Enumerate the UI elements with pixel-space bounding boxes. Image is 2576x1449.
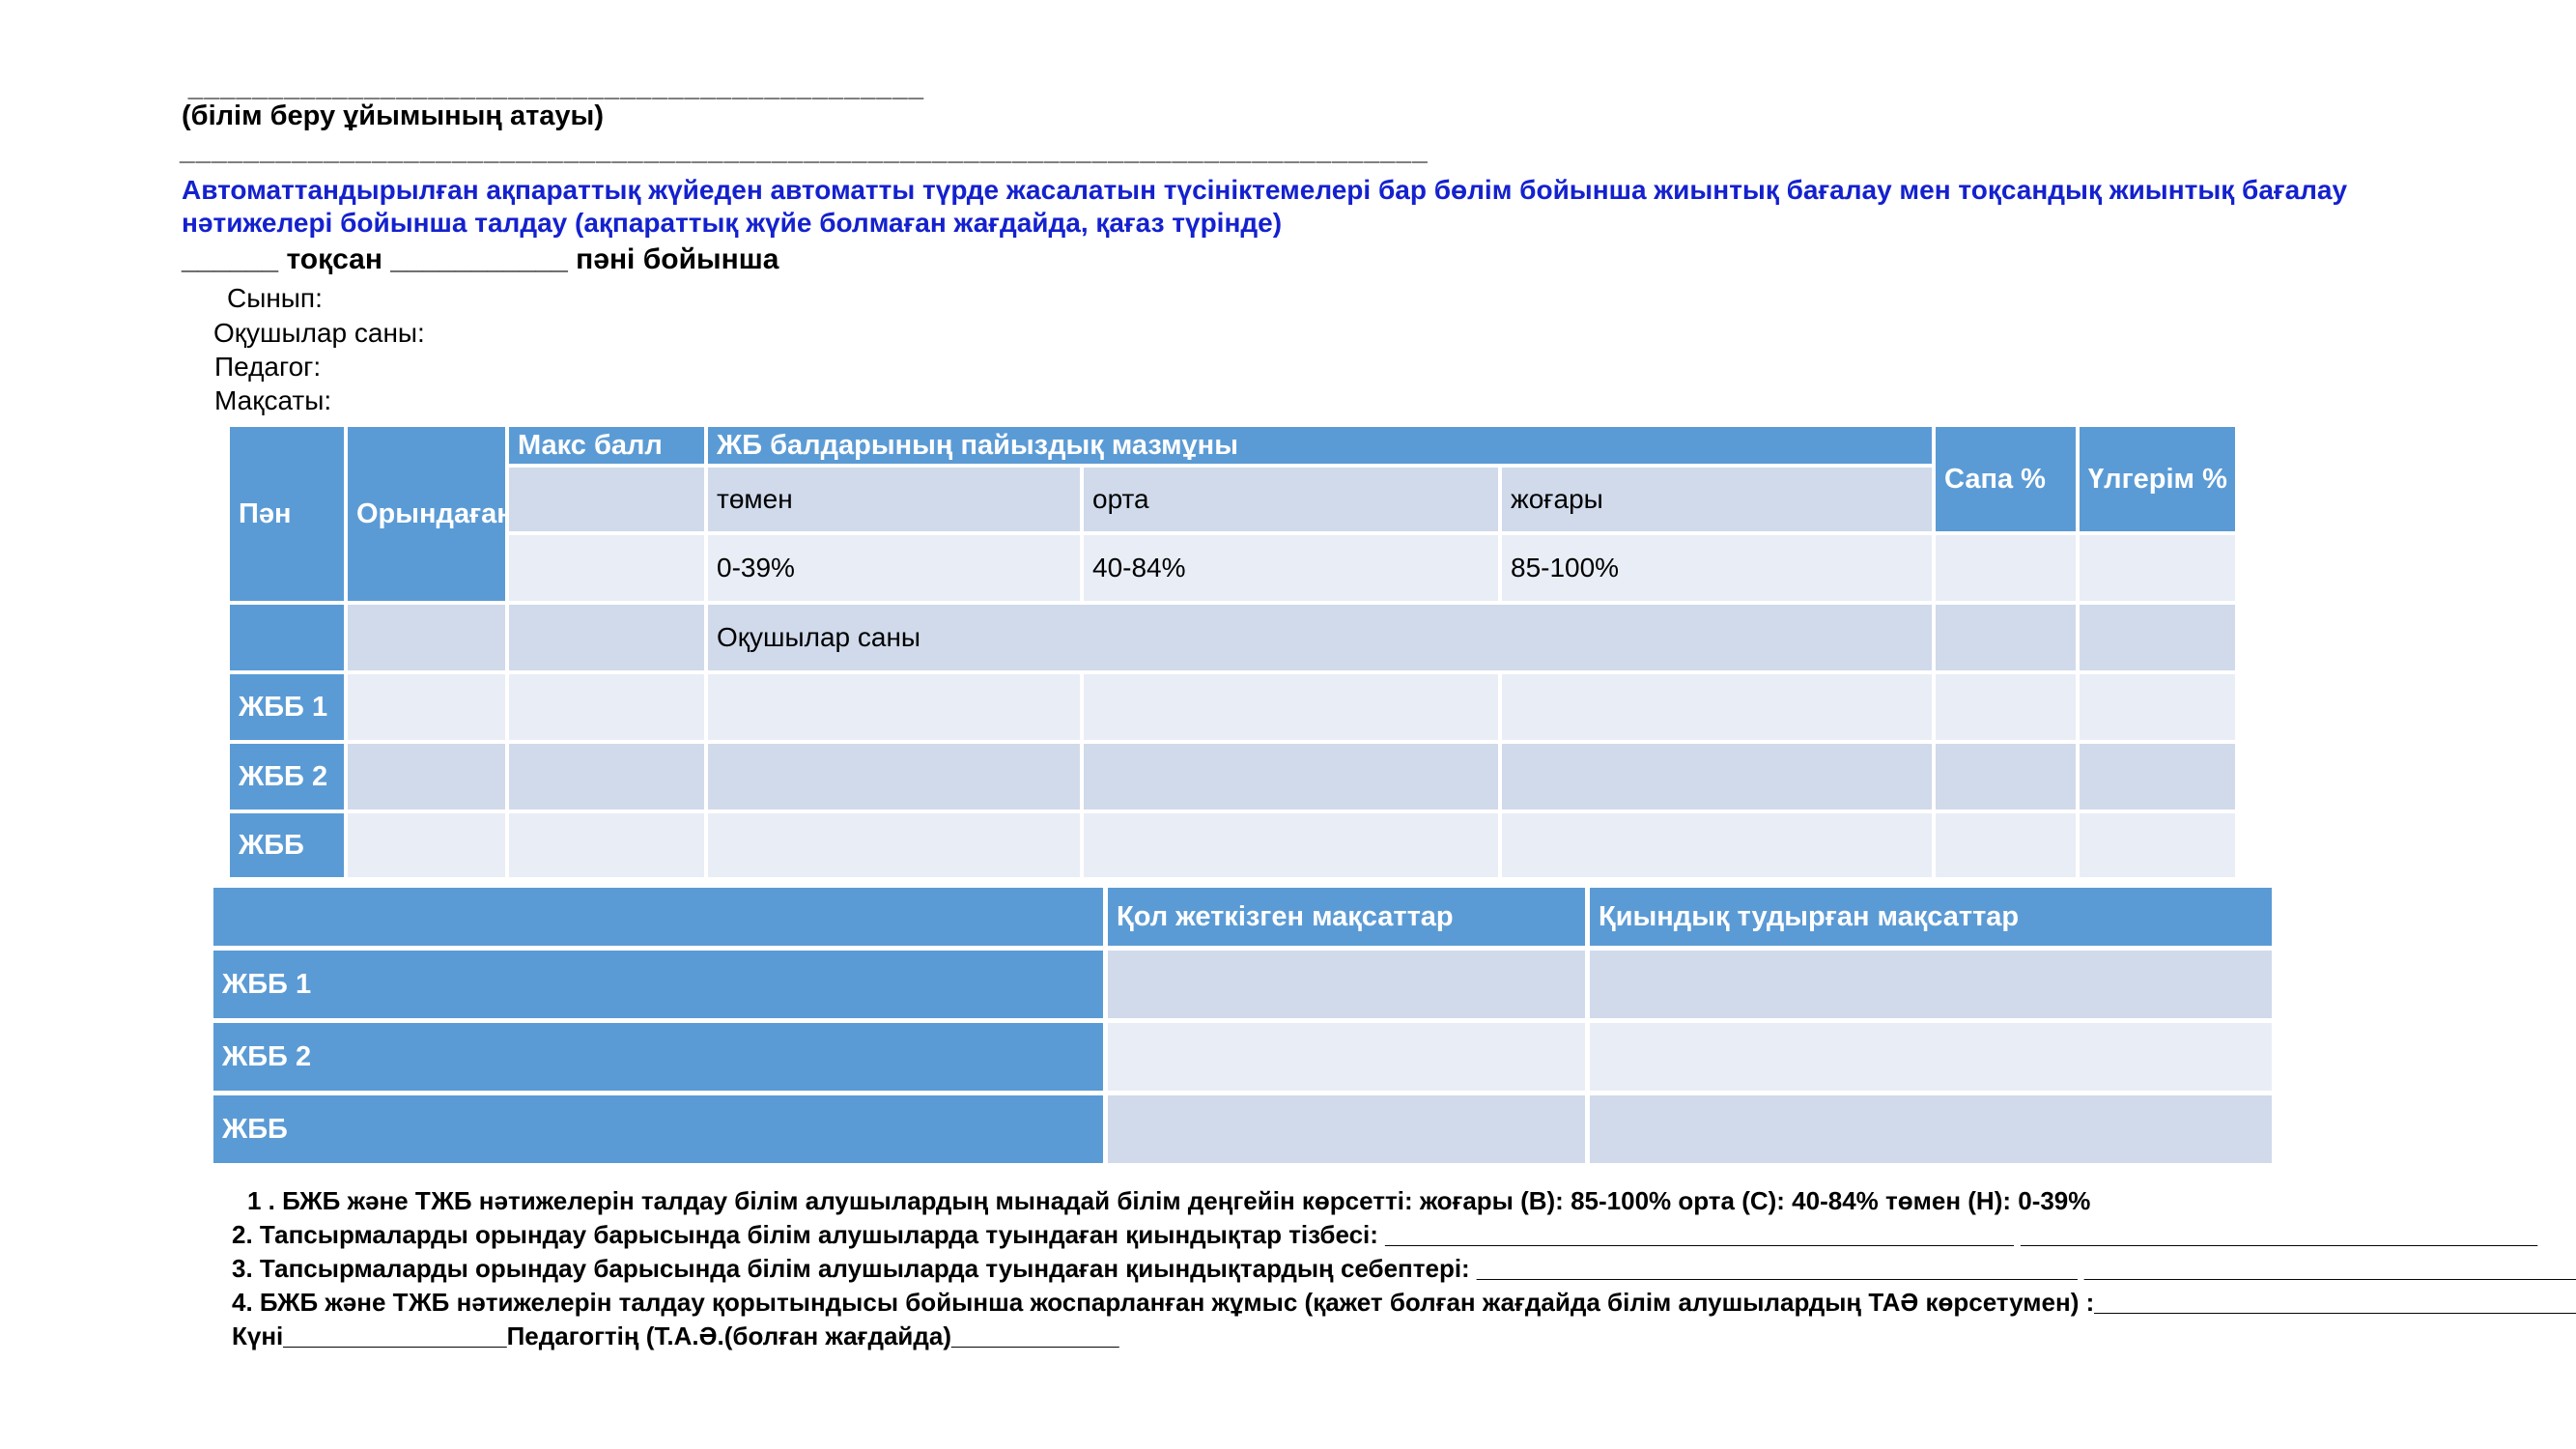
empty-cell[interactable] — [708, 744, 1080, 810]
level-low-header: төмен — [708, 468, 1080, 531]
col-header-quality: Сапа % — [1936, 427, 2076, 531]
org-name-caption: (білім беру ұйымының атауы) — [182, 100, 604, 132]
empty-cell[interactable] — [1502, 674, 1932, 740]
doc-title-line-2: нәтижелері бойынша талдау (ақпараттық жү… — [182, 207, 1282, 239]
empty-cell[interactable] — [1108, 1023, 1585, 1091]
field-label-students-count: Оқушылар саны: — [213, 318, 425, 349]
empty-cell[interactable] — [1590, 1095, 2272, 1163]
empty-cell[interactable] — [1936, 813, 2076, 877]
empty-cell[interactable] — [509, 605, 704, 670]
row-header-zhbb-1: ЖББ 1 — [230, 674, 344, 740]
empty-cell[interactable] — [509, 468, 704, 531]
empty-cell[interactable] — [509, 674, 704, 740]
empty-cell[interactable] — [348, 674, 505, 740]
footer-note-1: 1 . БЖБ және ТЖБ нәтижелерін талдау білі… — [232, 1184, 2576, 1218]
document-page: ________________________________________… — [0, 0, 2576, 1449]
empty-cell[interactable] — [1084, 813, 1498, 877]
range-low: 0-39% — [708, 535, 1080, 601]
row-header-zhbb-1: ЖББ 1 — [213, 951, 1103, 1018]
empty-cell[interactable] — [1084, 744, 1498, 810]
empty-header-cell — [213, 888, 1103, 946]
footer-notes: 1 . БЖБ және ТЖБ нәтижелерін талдау білі… — [232, 1184, 2576, 1353]
empty-cell[interactable] — [2080, 535, 2235, 601]
row-header-zhbb: ЖББ — [213, 1095, 1103, 1163]
level-high-header: жоғары — [1502, 468, 1932, 531]
empty-cell[interactable] — [1108, 1095, 1585, 1163]
empty-cell[interactable] — [1590, 951, 2272, 1018]
row-header-zhbb: ЖББ — [230, 813, 344, 877]
level-mid-header: орта — [1084, 468, 1498, 531]
footer-note-2: 2. Тапсырмаларды орындау барысында білім… — [232, 1218, 2576, 1252]
empty-cell[interactable] — [708, 674, 1080, 740]
field-label-goal: Мақсаты: — [214, 385, 331, 416]
col-header-max-score: Макс балл — [509, 427, 704, 464]
empty-row-header-cell — [230, 605, 344, 670]
field-label-teacher: Педагог: — [214, 352, 321, 383]
row-header-zhbb-2: ЖББ 2 — [230, 744, 344, 810]
field-label-class: Сынып: — [227, 283, 323, 314]
empty-cell[interactable] — [348, 605, 505, 670]
empty-cell[interactable] — [1936, 674, 2076, 740]
term-subject-line: ______ тоқсан ___________ пәні бойынша — [182, 243, 778, 276]
goals-table: Қол жеткізген мақсаттар Қиындық тудырған… — [209, 883, 2277, 1168]
empty-cell[interactable] — [1502, 744, 1932, 810]
empty-cell[interactable] — [1590, 1023, 2272, 1091]
footer-note-3: 3. Тапсырмаларды орындау барысында білім… — [232, 1252, 2576, 1286]
empty-cell[interactable] — [348, 744, 505, 810]
footer-date-signature-line: Күні________________Педагогтің (Т.А.Ә.(б… — [232, 1320, 2576, 1353]
col-header-zhb-percent: ЖБ балдарының пайыздық мазмұны — [708, 427, 1932, 464]
empty-cell[interactable] — [1108, 951, 1585, 1018]
empty-cell[interactable] — [708, 813, 1080, 877]
empty-cell[interactable] — [2080, 813, 2235, 877]
empty-cell[interactable] — [2080, 674, 2235, 740]
empty-cell[interactable] — [509, 744, 704, 810]
col-header-completed: Орындаған — [348, 427, 505, 601]
range-mid: 40-84% — [1084, 535, 1498, 601]
empty-cell[interactable] — [1936, 605, 2076, 670]
long-blank-line: ________________________________________… — [180, 135, 1429, 166]
empty-cell[interactable] — [509, 535, 704, 601]
col-header-subject: Пән — [230, 427, 344, 601]
results-table: Пән Орындаған Макс балл ЖБ балдарының па… — [226, 423, 2239, 881]
students-count-row-label: Оқушылар саны — [708, 605, 1932, 670]
empty-cell[interactable] — [1502, 813, 1932, 877]
org-name-blank-line: ________________________________________… — [180, 71, 924, 102]
col-header-difficult-goals: Қиындық тудырған мақсаттар — [1590, 888, 2272, 946]
empty-cell[interactable] — [2080, 744, 2235, 810]
empty-cell[interactable] — [509, 813, 704, 877]
doc-title-line-1: Автоматтандырылған ақпараттық жүйеден ав… — [182, 174, 2347, 206]
empty-cell[interactable] — [1936, 535, 2076, 601]
col-header-achieved-goals: Қол жеткізген мақсаттар — [1108, 888, 1585, 946]
col-header-progress: Үлгерім % — [2080, 427, 2235, 531]
empty-cell[interactable] — [1084, 674, 1498, 740]
empty-cell[interactable] — [1936, 744, 2076, 810]
empty-cell[interactable] — [2080, 605, 2235, 670]
footer-note-4: 4. БЖБ және ТЖБ нәтижелерін талдау қорыт… — [232, 1286, 2576, 1320]
range-high: 85-100% — [1502, 535, 1932, 601]
empty-cell[interactable] — [348, 813, 505, 877]
row-header-zhbb-2: ЖББ 2 — [213, 1023, 1103, 1091]
